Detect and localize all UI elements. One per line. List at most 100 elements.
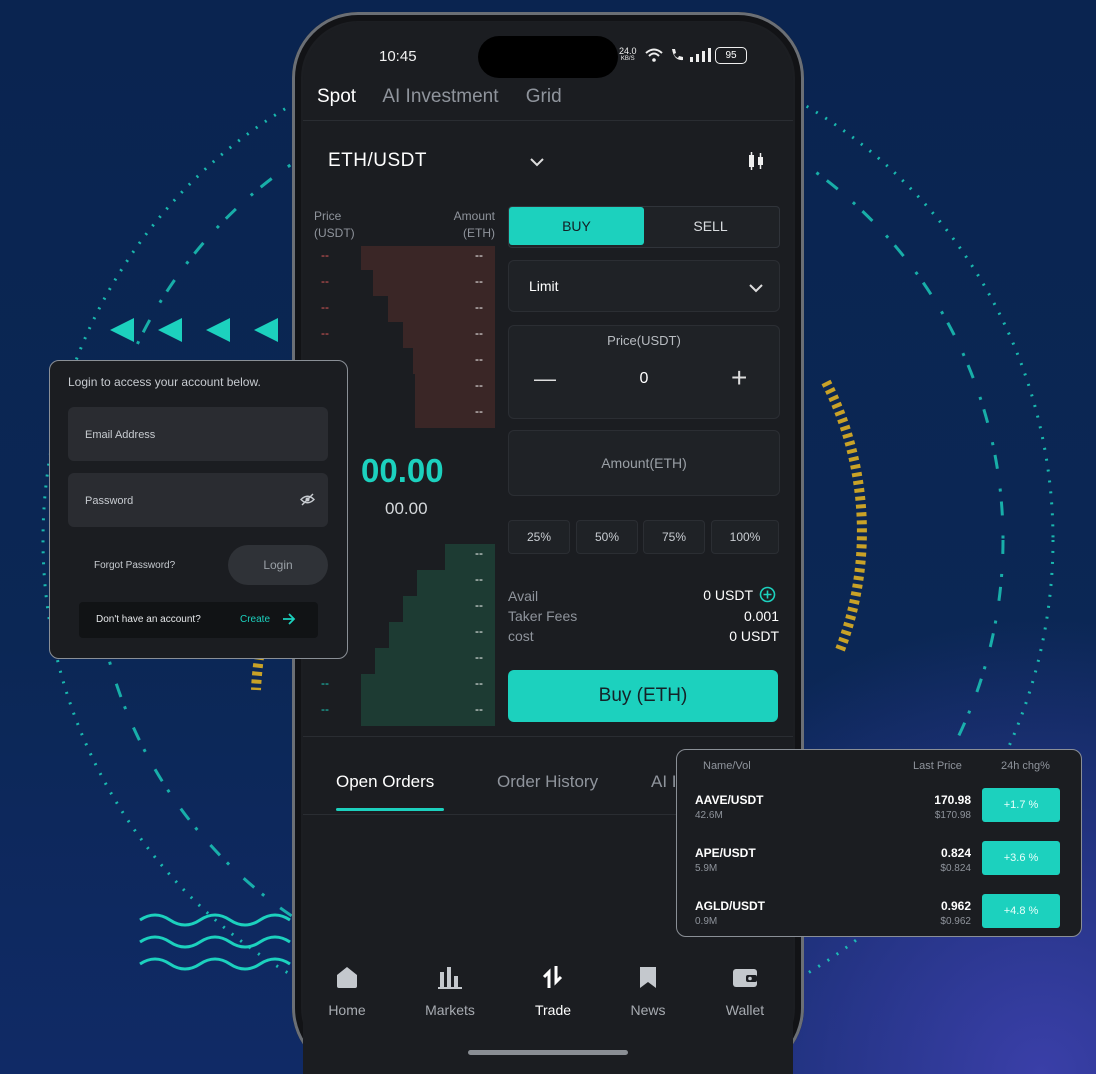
avail-label: Avail bbox=[508, 588, 539, 604]
cost-value: 0 USDT bbox=[729, 628, 779, 644]
market-header-name: Name/Vol bbox=[703, 760, 751, 772]
bid-amount: -- bbox=[475, 676, 483, 690]
top-tabs: Spot AI Investment Grid bbox=[317, 86, 584, 108]
market-card: Name/Vol Last Price 24h chg% AAVE/USDT 4… bbox=[676, 749, 1082, 937]
nav-markets[interactable]: Markets bbox=[420, 962, 480, 1018]
bid-amount: -- bbox=[475, 650, 483, 664]
home-indicator bbox=[468, 1050, 628, 1055]
bid-amount: -- bbox=[475, 624, 483, 638]
ask-amount: -- bbox=[475, 300, 483, 314]
percent-50-button[interactable]: 50% bbox=[576, 520, 638, 554]
orderbook-amount-header: Amount (ETH) bbox=[453, 209, 495, 240]
tab-grid[interactable]: Grid bbox=[526, 86, 562, 107]
status-time: 10:45 bbox=[379, 48, 417, 65]
ask-amount: -- bbox=[475, 404, 483, 418]
taker-fees-value: 0.001 bbox=[743, 608, 779, 624]
email-field[interactable]: Email Address bbox=[68, 407, 328, 461]
market-change-badge: +1.7 % bbox=[982, 788, 1060, 822]
bid-amount: -- bbox=[475, 572, 483, 586]
avail-value: 0 USDT bbox=[703, 587, 753, 603]
bid-amount: -- bbox=[475, 702, 483, 716]
dynamic-island bbox=[478, 36, 618, 78]
market-change-badge: +4.8 % bbox=[982, 894, 1060, 928]
nav-home-label: Home bbox=[328, 1002, 366, 1018]
market-pair: AAVE/USDT bbox=[695, 793, 764, 807]
order-type-value: Limit bbox=[529, 278, 559, 294]
increment-button[interactable]: + bbox=[731, 362, 747, 394]
password-placeholder: Password bbox=[85, 495, 134, 507]
email-placeholder: Email Address bbox=[85, 429, 156, 441]
password-field[interactable]: Password bbox=[68, 473, 328, 527]
market-pair: APE/USDT bbox=[695, 846, 756, 860]
market-header-last: Last Price bbox=[913, 760, 962, 772]
active-tab-indicator bbox=[336, 808, 444, 811]
orderbook-price-header: Price (USDT) bbox=[314, 209, 355, 240]
market-volume: 0.9M bbox=[695, 916, 718, 927]
market-volume: 42.6M bbox=[695, 810, 723, 821]
percent-25-button[interactable]: 25% bbox=[508, 520, 570, 554]
news-icon bbox=[618, 962, 678, 992]
wifi-icon bbox=[645, 48, 663, 67]
ask-price: -- bbox=[321, 326, 329, 340]
forgot-password-link[interactable]: Forgot Password? bbox=[94, 560, 175, 571]
create-account-link[interactable]: Create bbox=[240, 614, 270, 625]
percent-75-button[interactable]: 75% bbox=[643, 520, 705, 554]
wave-lines bbox=[139, 913, 291, 971]
ask-amount: -- bbox=[475, 352, 483, 366]
nav-markets-label: Markets bbox=[425, 1002, 475, 1018]
tab-order-history[interactable]: Order History bbox=[497, 772, 598, 792]
order-type-select[interactable]: Limit bbox=[508, 260, 780, 312]
price-input[interactable]: Price(USDT) — 0 + bbox=[508, 325, 780, 419]
amount-placeholder: Amount(ETH) bbox=[601, 455, 687, 471]
nav-wallet[interactable]: Wallet bbox=[715, 962, 775, 1018]
last-price: 00.00 bbox=[361, 452, 444, 489]
chevron-down-icon[interactable] bbox=[529, 154, 545, 172]
bid-price: -- bbox=[321, 702, 329, 716]
market-volume: 5.9M bbox=[695, 863, 718, 874]
arrow-markers bbox=[110, 318, 278, 342]
market-header-chg: 24h chg% bbox=[1001, 760, 1050, 772]
last-price-fiat: 00.00 bbox=[385, 499, 428, 518]
bid-amount: -- bbox=[475, 546, 483, 560]
market-price-usd: $0.962 bbox=[940, 916, 971, 927]
network-speed: 24.0 KB/S bbox=[619, 46, 637, 63]
nav-trade[interactable]: Trade bbox=[523, 962, 583, 1018]
tab-open-orders[interactable]: Open Orders bbox=[336, 772, 434, 792]
sell-tab[interactable]: SELL bbox=[644, 207, 777, 245]
ask-amount: -- bbox=[475, 274, 483, 288]
ask-price: -- bbox=[321, 248, 329, 262]
percent-100-button[interactable]: 100% bbox=[711, 520, 779, 554]
tab-spot[interactable]: Spot bbox=[317, 86, 356, 107]
buy-tab[interactable]: BUY bbox=[509, 207, 644, 245]
market-price: 0.824 bbox=[940, 846, 971, 860]
call-icon bbox=[669, 47, 685, 68]
market-price-usd: $170.98 bbox=[934, 810, 971, 821]
buy-eth-button[interactable]: Buy (ETH) bbox=[508, 670, 778, 722]
nav-news-label: News bbox=[630, 1002, 666, 1018]
price-label: Price(USDT) bbox=[607, 333, 681, 348]
market-price: 0.962 bbox=[940, 899, 971, 913]
login-title: Login to access your account below. bbox=[68, 375, 261, 389]
top-divider bbox=[303, 120, 793, 121]
ask-amount: -- bbox=[475, 248, 483, 262]
login-button[interactable]: Login bbox=[228, 545, 328, 585]
section-divider bbox=[303, 736, 793, 737]
chevron-down-icon bbox=[749, 280, 763, 298]
pair-name[interactable]: ETH/USDT bbox=[328, 150, 427, 172]
signup-banner: Don't have an account? Create bbox=[79, 602, 318, 638]
eye-off-icon[interactable] bbox=[300, 493, 315, 509]
ask-amount: -- bbox=[475, 378, 483, 392]
ask-amount: -- bbox=[475, 326, 483, 340]
amount-input[interactable]: Amount(ETH) bbox=[508, 430, 780, 496]
nav-news[interactable]: News bbox=[618, 962, 678, 1018]
signal-icon bbox=[689, 48, 711, 67]
add-funds-icon[interactable] bbox=[759, 586, 776, 608]
tab-ai-investment[interactable]: AI Investment bbox=[382, 86, 498, 107]
market-pair: AGLD/USDT bbox=[695, 899, 765, 913]
markets-icon bbox=[420, 962, 480, 992]
tab-ai-orders[interactable]: AI I bbox=[651, 772, 677, 792]
no-account-text: Don't have an account? bbox=[96, 614, 201, 625]
candlestick-icon[interactable] bbox=[745, 150, 767, 177]
nav-home[interactable]: Home bbox=[317, 962, 377, 1018]
ask-price: -- bbox=[321, 300, 329, 314]
